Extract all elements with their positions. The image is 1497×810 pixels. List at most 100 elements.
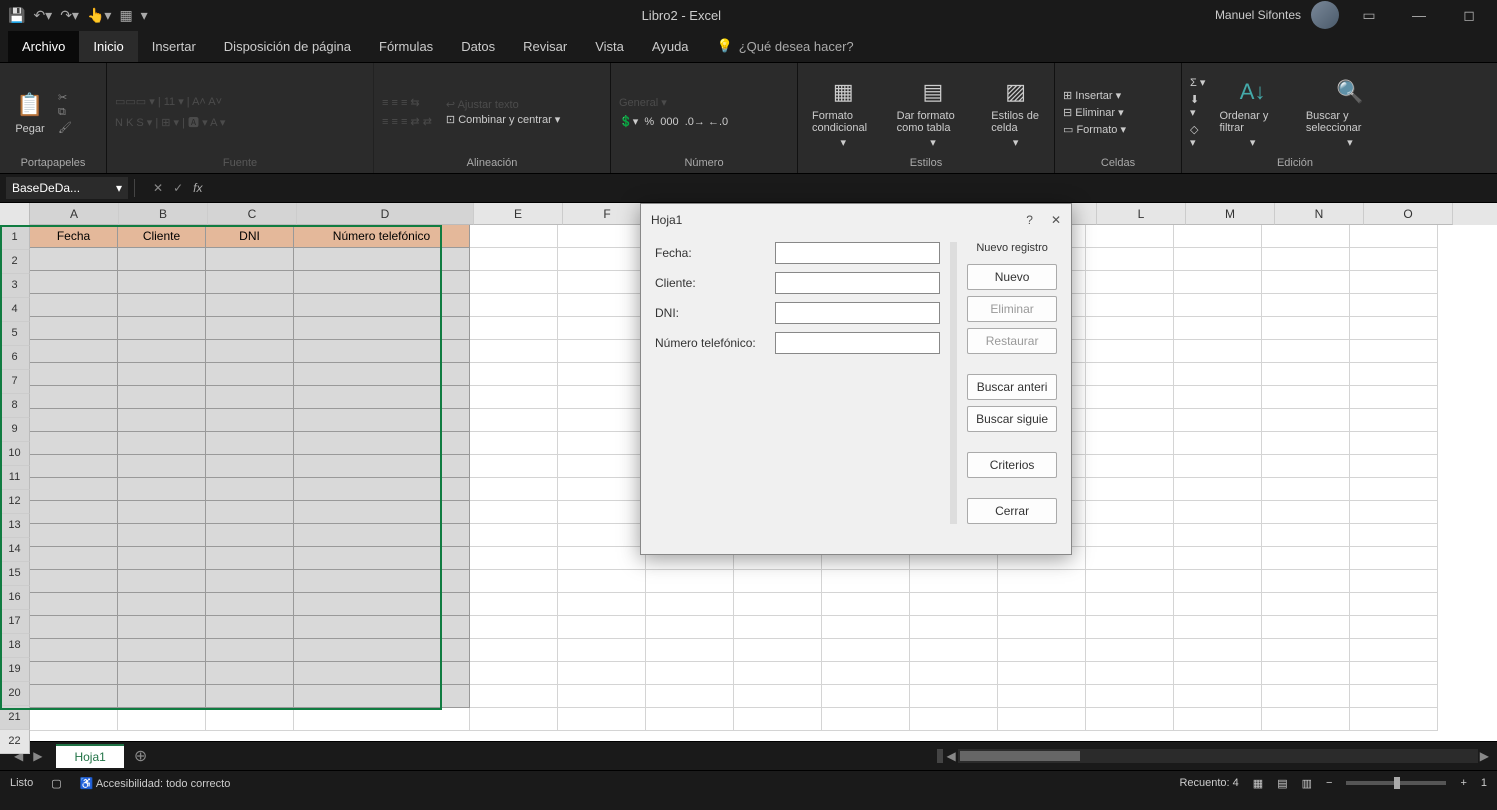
cell-A8[interactable] xyxy=(30,386,118,409)
eliminar-button[interactable]: Eliminar xyxy=(967,296,1057,322)
buscar-siguiente-button[interactable]: Buscar siguie xyxy=(967,406,1057,432)
cell-F13[interactable] xyxy=(558,501,646,524)
cell-O20[interactable] xyxy=(1350,662,1438,685)
cell-N6[interactable] xyxy=(1262,340,1350,363)
cell-N7[interactable] xyxy=(1262,363,1350,386)
cell-G20[interactable] xyxy=(646,662,734,685)
cell-F12[interactable] xyxy=(558,478,646,501)
row-header-10[interactable]: 10 xyxy=(0,442,30,466)
cell-E7[interactable] xyxy=(470,363,558,386)
cell-N10[interactable] xyxy=(1262,432,1350,455)
merge-center-button[interactable]: ⊡ Combinar y centrar ▾ xyxy=(446,113,560,126)
cell-A12[interactable] xyxy=(30,478,118,501)
tell-me-search[interactable]: 💡 ¿Qué desea hacer? xyxy=(703,30,868,62)
field-input-dni[interactable] xyxy=(775,302,940,324)
cell-E11[interactable] xyxy=(470,455,558,478)
cell-F22[interactable] xyxy=(558,708,646,731)
tab-ayuda[interactable]: Ayuda xyxy=(638,31,703,62)
cut-icon[interactable]: ✂ xyxy=(58,91,72,104)
select-all-corner[interactable] xyxy=(0,203,30,226)
cell-A19[interactable] xyxy=(30,639,118,662)
sort-filter-button[interactable]: A↓Ordenar y filtrar ▾ xyxy=(1213,74,1291,151)
cell-D15[interactable] xyxy=(294,547,470,570)
horizontal-scrollbar[interactable] xyxy=(958,749,1478,763)
cell-D22[interactable] xyxy=(294,708,470,731)
row-header-4[interactable]: 4 xyxy=(0,298,30,322)
format-painter-icon[interactable]: 🖌 xyxy=(58,121,72,134)
user-avatar[interactable] xyxy=(1311,1,1339,29)
chevron-down-icon[interactable]: ▾ xyxy=(116,181,122,195)
row-header-16[interactable]: 16 xyxy=(0,586,30,610)
cell-C20[interactable] xyxy=(206,662,294,685)
cell-E19[interactable] xyxy=(470,639,558,662)
wrap-text-button[interactable]: ↩ Ajustar texto xyxy=(446,98,560,111)
cell-N9[interactable] xyxy=(1262,409,1350,432)
cell-H21[interactable] xyxy=(734,685,822,708)
cell-O6[interactable] xyxy=(1350,340,1438,363)
percent-button[interactable]: % xyxy=(644,116,654,128)
cell-C3[interactable] xyxy=(206,271,294,294)
form-icon[interactable]: ▦ xyxy=(119,7,132,24)
tab-insertar[interactable]: Insertar xyxy=(138,31,210,62)
view-pagebreak-icon[interactable]: ▥ xyxy=(1302,777,1312,790)
enter-formula-icon[interactable]: ✓ xyxy=(173,181,183,195)
cell-L13[interactable] xyxy=(1086,501,1174,524)
cell-A21[interactable] xyxy=(30,685,118,708)
accessibility-status[interactable]: ♿ Accesibilidad: todo correcto xyxy=(80,777,231,790)
cell-C16[interactable] xyxy=(206,570,294,593)
cell-N20[interactable] xyxy=(1262,662,1350,685)
cell-C21[interactable] xyxy=(206,685,294,708)
cell-L7[interactable] xyxy=(1086,363,1174,386)
row-header-1[interactable]: 1 xyxy=(0,226,30,250)
cell-C13[interactable] xyxy=(206,501,294,524)
cell-F19[interactable] xyxy=(558,639,646,662)
col-header-D[interactable]: D xyxy=(297,203,474,225)
cell-H19[interactable] xyxy=(734,639,822,662)
save-icon[interactable]: 💾 xyxy=(8,7,25,24)
cell-G17[interactable] xyxy=(646,593,734,616)
cell-E14[interactable] xyxy=(470,524,558,547)
row-header-19[interactable]: 19 xyxy=(0,658,30,682)
cell-B9[interactable] xyxy=(118,409,206,432)
copy-icon[interactable]: ⧉ xyxy=(58,106,72,119)
cell-O12[interactable] xyxy=(1350,478,1438,501)
cell-D13[interactable] xyxy=(294,501,470,524)
cell-F9[interactable] xyxy=(558,409,646,432)
dialog-close-icon[interactable]: ✕ xyxy=(1051,213,1061,227)
cell-K16[interactable] xyxy=(998,570,1086,593)
cell-D14[interactable] xyxy=(294,524,470,547)
cell-C5[interactable] xyxy=(206,317,294,340)
currency-icon[interactable]: 💲▾ xyxy=(619,116,638,128)
cell-N3[interactable] xyxy=(1262,271,1350,294)
cell-L6[interactable] xyxy=(1086,340,1174,363)
cell-F18[interactable] xyxy=(558,616,646,639)
cell-E5[interactable] xyxy=(470,317,558,340)
minimize-icon[interactable]: — xyxy=(1399,7,1439,23)
cell-D10[interactable] xyxy=(294,432,470,455)
cell-N5[interactable] xyxy=(1262,317,1350,340)
cell-K18[interactable] xyxy=(998,616,1086,639)
cell-L8[interactable] xyxy=(1086,386,1174,409)
cell-I20[interactable] xyxy=(822,662,910,685)
cell-O17[interactable] xyxy=(1350,593,1438,616)
tab-formulas[interactable]: Fórmulas xyxy=(365,31,447,62)
cell-M19[interactable] xyxy=(1174,639,1262,662)
tab-archivo[interactable]: Archivo xyxy=(8,31,79,62)
cell-D8[interactable] xyxy=(294,386,470,409)
dialog-help-icon[interactable]: ? xyxy=(1026,213,1033,227)
cell-M17[interactable] xyxy=(1174,593,1262,616)
cell-D7[interactable] xyxy=(294,363,470,386)
comma-button[interactable]: 000 xyxy=(660,116,678,128)
row-header-12[interactable]: 12 xyxy=(0,490,30,514)
cell-N22[interactable] xyxy=(1262,708,1350,731)
cell-J20[interactable] xyxy=(910,662,998,685)
criterios-button[interactable]: Criterios xyxy=(967,452,1057,478)
cell-F15[interactable] xyxy=(558,547,646,570)
cell-B14[interactable] xyxy=(118,524,206,547)
cell-N2[interactable] xyxy=(1262,248,1350,271)
cell-C18[interactable] xyxy=(206,616,294,639)
cell-J18[interactable] xyxy=(910,616,998,639)
cell-B17[interactable] xyxy=(118,593,206,616)
cell-K17[interactable] xyxy=(998,593,1086,616)
cell-D6[interactable] xyxy=(294,340,470,363)
